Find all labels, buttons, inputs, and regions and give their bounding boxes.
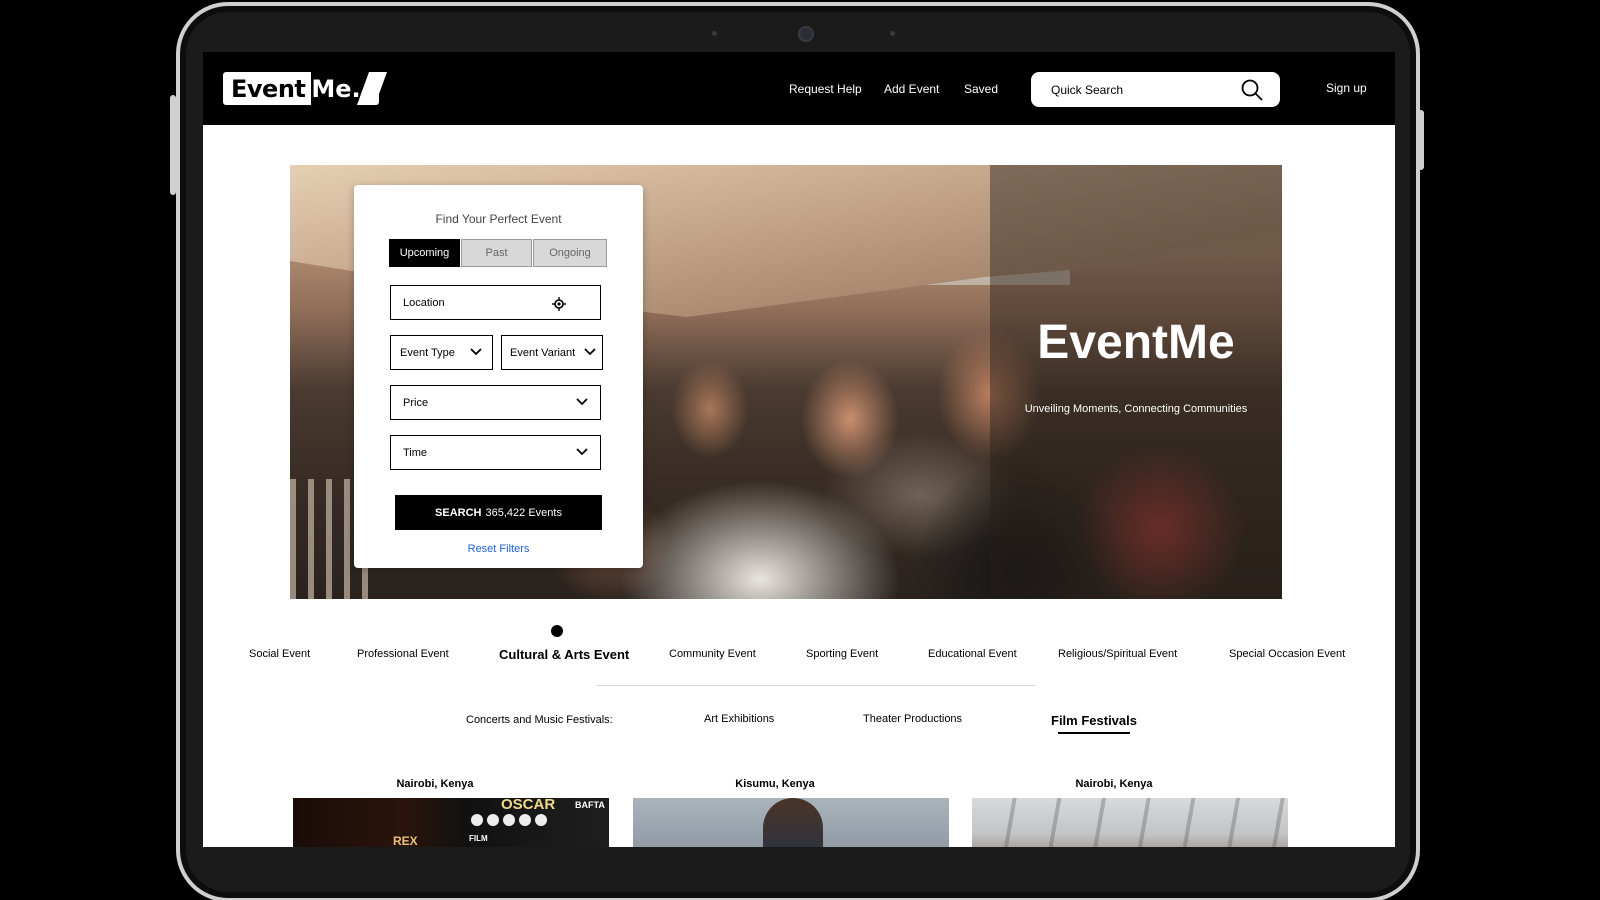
chevron-down-icon — [576, 398, 588, 406]
event-card-image[interactable]: REX OSCAR BAFTA FILM — [293, 798, 609, 847]
subcategory-concerts[interactable]: Concerts and Music Festivals: — [466, 714, 613, 726]
category-special-occasion[interactable]: Special Occasion Event — [1229, 648, 1345, 660]
poster-lights — [471, 814, 547, 826]
locate-icon[interactable] — [552, 297, 566, 311]
event-card-image[interactable] — [972, 798, 1288, 847]
tab-past[interactable]: Past — [461, 239, 532, 267]
price-select[interactable]: Price — [390, 385, 601, 420]
search-icon[interactable] — [1240, 78, 1264, 102]
time-select[interactable]: Time — [390, 435, 601, 470]
event-image-structure — [972, 798, 1288, 847]
category-professional[interactable]: Professional Event — [357, 648, 449, 660]
poster-text: BAFTA — [575, 800, 605, 810]
event-type-label: Event Type — [400, 346, 455, 359]
active-subcategory-underline — [1058, 732, 1130, 734]
category-religious-spiritual[interactable]: Religious/Spiritual Event — [1058, 648, 1177, 660]
event-image-person — [763, 798, 823, 847]
subcategory-film-festivals[interactable]: Film Festivals — [1051, 713, 1137, 728]
category-cultural-arts[interactable]: Cultural & Arts Event — [499, 647, 629, 662]
poster-text: REX — [393, 834, 418, 847]
search-event-count: 365,422 Events — [485, 506, 562, 519]
nav-saved[interactable]: Saved — [964, 82, 998, 96]
logo-text-right: Me. — [311, 72, 371, 105]
header: Event Me. Request Help Add Event Saved S… — [203, 52, 1395, 125]
category-divider — [596, 685, 1036, 686]
location-label: Location — [403, 296, 445, 309]
event-card-location: Kisumu, Kenya — [735, 778, 815, 790]
location-field[interactable]: Location — [390, 285, 601, 320]
subcategory-theater[interactable]: Theater Productions — [863, 713, 962, 725]
category-social[interactable]: Social Event — [249, 648, 310, 660]
chevron-down-icon — [584, 348, 596, 356]
search-events-button[interactable]: SEARCH 365,422 Events — [395, 495, 602, 530]
screen: Event Me. Request Help Add Event Saved S… — [203, 52, 1395, 847]
nav-request-help[interactable]: Request Help — [789, 82, 862, 96]
sensor — [890, 31, 895, 36]
subcategory-art-exhibitions[interactable]: Art Exhibitions — [704, 713, 774, 725]
hero-subtitle: Unveiling Moments, Connecting Communitie… — [1024, 403, 1248, 415]
tab-ongoing[interactable]: Ongoing — [533, 239, 607, 267]
nav-add-event[interactable]: Add Event — [884, 82, 939, 96]
event-card-location: Nairobi, Kenya — [396, 778, 474, 790]
event-type-select[interactable]: Event Type — [390, 335, 493, 370]
event-card-image[interactable] — [633, 798, 949, 847]
stage: Event Me. Request Help Add Event Saved S… — [0, 0, 1600, 900]
filter-card: Find Your Perfect Event Upcoming Past On… — [354, 185, 643, 568]
active-category-indicator — [551, 625, 563, 637]
category-educational[interactable]: Educational Event — [928, 648, 1017, 660]
logo-text-left: Event — [231, 74, 306, 103]
hero-overlay — [990, 165, 1282, 599]
chevron-down-icon — [470, 348, 482, 356]
search-placeholder: Quick Search — [1051, 83, 1124, 97]
event-variant-label: Event Variant — [510, 346, 576, 359]
event-variant-select[interactable]: Event Variant — [501, 335, 603, 370]
sensor — [712, 31, 717, 36]
time-label: Time — [403, 446, 428, 459]
poster-text: OSCAR — [501, 798, 556, 813]
category-community[interactable]: Community Event — [669, 648, 756, 660]
event-card-location: Nairobi, Kenya — [1075, 778, 1153, 790]
reset-filters-link[interactable]: Reset Filters — [354, 543, 643, 555]
poster-text: FILM — [469, 834, 488, 843]
logo[interactable]: Event Me. — [223, 72, 379, 105]
hero-title: EventMe — [1037, 316, 1235, 369]
tab-upcoming[interactable]: Upcoming — [389, 239, 460, 267]
category-sporting[interactable]: Sporting Event — [806, 648, 878, 660]
filter-title: Find Your Perfect Event — [435, 212, 562, 226]
logo-box: Event Me. — [223, 72, 379, 105]
camera-icon — [798, 26, 814, 42]
chevron-down-icon — [576, 448, 588, 456]
quick-search-input[interactable]: Quick Search — [1031, 72, 1280, 107]
search-button-label: SEARCH — [435, 506, 482, 519]
logo-right-label: Me. — [311, 74, 361, 103]
sign-up-link[interactable]: Sign up — [1326, 81, 1367, 95]
price-label: Price — [403, 396, 429, 409]
event-time-tabs: Upcoming Past Ongoing — [389, 239, 607, 267]
